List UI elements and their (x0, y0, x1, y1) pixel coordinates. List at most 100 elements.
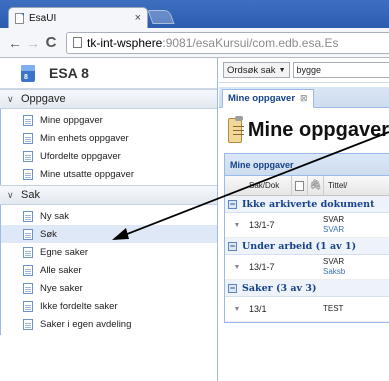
main-tabbar: Mine oppgaver ⊠ (219, 87, 389, 108)
sidebar-item-mine-utsatte-oppgaver[interactable]: Mine utsatte oppgaver (1, 165, 217, 183)
sidebar-item-ikke-fordelte-saker[interactable]: Ikke fordelte saker (1, 297, 217, 315)
sidebar-item-nye-saker[interactable]: Nye saker (1, 279, 217, 297)
tab-close-icon[interactable]: ⊠ (300, 93, 308, 104)
table-row[interactable]: ▼ 13/1-7 SVAR Saksb (225, 255, 389, 280)
sidebar-item-label: Søk (40, 228, 57, 240)
column-header-sakdok[interactable]: Sak/Dok (249, 181, 291, 190)
table-row[interactable]: ▼ 13/1-7 SVAR SVAR (225, 213, 389, 238)
dropdown-caret-icon: ▼ (278, 66, 286, 74)
group-items-oppgave: Mine oppgaver Min enhets oppgaver Uforde… (0, 109, 217, 185)
address-bar[interactable]: tk-int-wsphere:9081/esaKursui/com.edb.es… (66, 31, 389, 54)
esa-app: 8 ESA 8 ∨ Oppgave Mine oppgaver Min enhe… (0, 58, 389, 381)
row-title: SVAR SVAR (323, 215, 344, 235)
group-title: Sak (21, 189, 40, 201)
sidebar-item-label: Alle saker (40, 264, 82, 276)
sidebar-item-sok[interactable]: Søk (1, 225, 217, 243)
new-tab-button[interactable] (147, 10, 175, 24)
grid-group-label: Under arbeid (1 av 1) (242, 240, 357, 252)
document-icon (23, 114, 33, 126)
document-icon (23, 210, 33, 222)
grid-group-label: Saker (3 av 3) (242, 282, 317, 294)
reload-icon[interactable]: C (42, 34, 60, 51)
column-header-attachment[interactable]: 🖇 (307, 175, 323, 196)
collapse-toggle-icon[interactable]: − (228, 241, 237, 251)
sidebar-item-label: Saker i egen avdeling (40, 318, 132, 330)
sidebar-item-label: Nye saker (40, 282, 83, 294)
document-icon (23, 300, 33, 312)
document-icon (295, 180, 304, 191)
document-icon (23, 228, 33, 240)
group-items-sak: Ny sak Søk Egne saker Alle saker Nye sak… (0, 205, 217, 335)
row-title-line1: SVAR (323, 215, 345, 224)
sidebar-item-label: Ny sak (40, 210, 70, 222)
tasks-grid: Mine oppgaver Sak/Dok 🖇 Tittel/ − Ikke a… (224, 153, 389, 323)
search-bar: Ordsøk sak ▼ bygge (219, 58, 389, 83)
grid-group-header[interactable]: − Saker (3 av 3) (225, 280, 389, 297)
collapse-toggle-icon[interactable]: − (228, 199, 237, 209)
url-host: tk-int-wsphere (87, 35, 163, 50)
browser-tab-title: EsaUI (29, 12, 57, 24)
row-sakdok: 13/1 (249, 304, 267, 314)
main-panel: Ordsøk sak ▼ bygge Mine oppgaver ⊠ Mine o… (219, 58, 389, 381)
chevron-down-icon[interactable]: ∨ (7, 190, 21, 201)
tab-close-icon[interactable]: × (135, 12, 141, 24)
row-expand-icon[interactable]: ▼ (225, 264, 249, 271)
document-icon (23, 168, 33, 180)
esa-logo-icon: 8 (21, 64, 35, 82)
grid-group-header[interactable]: − Under arbeid (1 av 1) (225, 238, 389, 255)
row-title-line2: SVAR (323, 225, 345, 234)
forward-arrow-icon[interactable]: → (24, 35, 42, 51)
sidebar-item-label: Mine utsatte oppgaver (40, 168, 135, 180)
row-title-line1: SVAR (323, 257, 345, 266)
sidebar: 8 ESA 8 ∨ Oppgave Mine oppgaver Min enhe… (0, 58, 218, 381)
grid-group-label: Ikke arkiverte dokument (242, 198, 375, 210)
sidebar-item-min-enhets-oppgaver[interactable]: Min enhets oppgaver (1, 129, 217, 147)
group-header-oppgave[interactable]: ∨ Oppgave (0, 89, 217, 109)
page-header: Mine oppgaver (219, 108, 389, 153)
sidebar-item-mine-oppgaver[interactable]: Mine oppgaver (1, 111, 217, 129)
page-favicon-icon (15, 12, 24, 24)
grid-column-headers: Sak/Dok 🖇 Tittel/ (225, 175, 389, 196)
document-icon (23, 282, 33, 294)
grid-title: Mine oppgaver (225, 154, 389, 176)
table-row[interactable]: ▼ 13/1 TEST (225, 297, 389, 322)
search-input[interactable]: bygge (292, 62, 389, 78)
column-header-document[interactable] (291, 175, 307, 196)
row-title: TEST (323, 304, 343, 314)
sidebar-item-egne-saker[interactable]: Egne saker (1, 243, 217, 261)
column-header-tittel[interactable]: Tittel/ (323, 175, 347, 196)
logo-digit: 8 (24, 73, 28, 81)
sidebar-item-ufordelte-oppgaver[interactable]: Ufordelte oppgaver (1, 147, 217, 165)
search-type-select[interactable]: Ordsøk sak ▼ (223, 62, 290, 78)
browser-tab[interactable]: EsaUI × (8, 7, 148, 28)
sidebar-item-saker-i-egen-avdeling[interactable]: Saker i egen avdeling (1, 315, 217, 333)
back-arrow-icon[interactable]: ← (6, 35, 24, 51)
chevron-down-icon[interactable]: ∨ (7, 94, 21, 105)
row-title: SVAR Saksb (323, 257, 345, 277)
collapse-toggle-icon[interactable]: − (228, 283, 237, 293)
document-icon (23, 246, 33, 258)
sidebar-item-label: Min enhets oppgaver (40, 132, 129, 144)
page-title: Mine oppgaver (247, 119, 389, 141)
sidebar-item-ny-sak[interactable]: Ny sak (1, 207, 217, 225)
row-expand-icon[interactable]: ▼ (225, 306, 249, 313)
browser-toolbar: ← → C tk-int-wsphere:9081/esaKursui/com.… (0, 28, 389, 58)
paperclip-icon: 🖇 (309, 180, 322, 191)
page-icon (73, 37, 82, 48)
url-path: :9081/esaKursui/com.edb.esa.Es (162, 35, 339, 50)
group-title: Oppgave (21, 93, 66, 105)
sidebar-item-alle-saker[interactable]: Alle saker (1, 261, 217, 279)
sidebar-item-label: Egne saker (40, 246, 89, 258)
document-icon (23, 132, 33, 144)
document-icon (23, 150, 33, 162)
sidebar-item-label: Ikke fordelte saker (40, 300, 118, 312)
browser-tabstrip: EsaUI × (0, 0, 389, 28)
row-sakdok: 13/1-7 (249, 262, 275, 272)
document-icon (23, 318, 33, 330)
row-title-line2: Saksb (323, 267, 346, 276)
search-type-label: Ordsøk sak (227, 64, 276, 76)
row-expand-icon[interactable]: ▼ (225, 222, 249, 229)
grid-group-header[interactable]: − Ikke arkiverte dokument (225, 196, 389, 213)
tab-mine-oppgaver[interactable]: Mine oppgaver ⊠ (222, 89, 314, 108)
group-header-sak[interactable]: ∨ Sak (0, 185, 217, 205)
